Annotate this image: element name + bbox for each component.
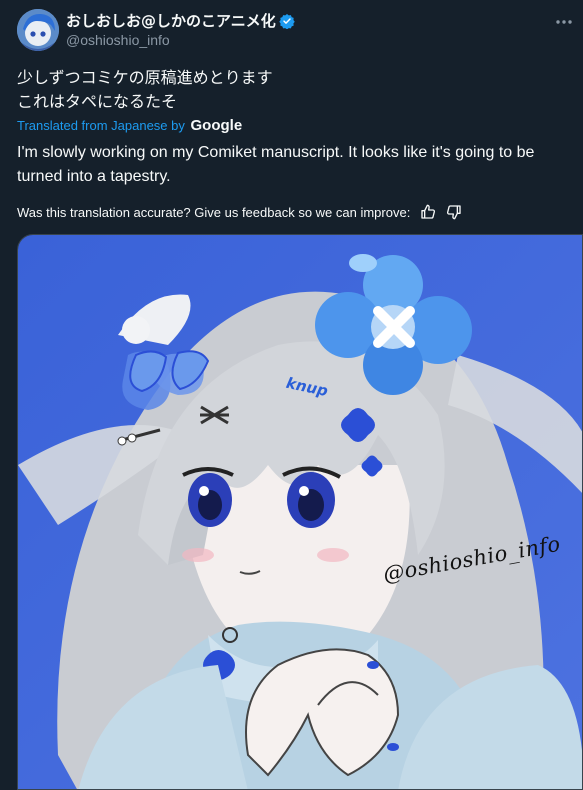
more-icon[interactable] (554, 14, 574, 28)
translation-attribution-prefix: Translated from Japanese by (17, 118, 185, 133)
translation-attribution[interactable]: Translated from Japanese by Google (17, 117, 242, 134)
google-brand: Google (190, 117, 243, 134)
tweet-view: おしおしお@しかのこアニメ化 @oshioshio_info 少しずつコミケの原… (0, 0, 583, 790)
tweet-image[interactable]: knup @oshioshio_info (17, 234, 583, 790)
display-name[interactable]: おしおしお@しかのこアニメ化 (66, 10, 295, 33)
tweet-original-text: 少しずつコミケの原稿進めとります これはタペになるたそ (17, 68, 273, 111)
illustration (18, 235, 582, 789)
feedback-prompt: Was this translation accurate? Give us f… (17, 204, 411, 220)
avatar[interactable] (17, 9, 59, 51)
tweet-translated-text: I'm slowly working on my Comiket manuscr… (17, 144, 535, 185)
verified-badge-icon[interactable] (278, 13, 295, 33)
translation-feedback: Was this translation accurate? Give us f… (17, 204, 462, 220)
author-handle[interactable]: @oshioshio_info (66, 32, 170, 48)
thumbs-up-icon[interactable] (420, 204, 436, 220)
display-name-text: おしおしお@しかのこアニメ化 (66, 12, 276, 30)
thumbs-down-icon[interactable] (446, 204, 462, 220)
